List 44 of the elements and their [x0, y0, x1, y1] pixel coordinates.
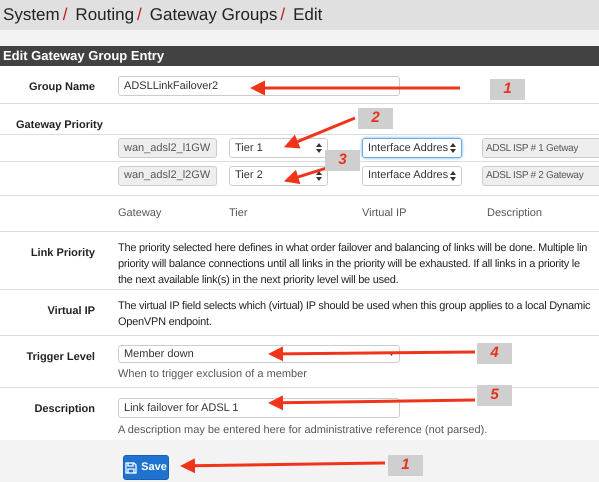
column-label: Tier [229, 206, 249, 222]
annotation-number: 1 [388, 455, 423, 476]
description-field: ADSL ISP # 1 Getway [482, 138, 599, 158]
column-label: Description [487, 206, 544, 222]
gateway-field: wan_adsl2_l2GW [118, 166, 217, 186]
description-field: ADSL ISP # 2 Gateway [482, 166, 599, 186]
updown-arrows-icon [316, 143, 322, 153]
updown-arrows-icon [316, 170, 322, 180]
breadcrumb-item[interactable]: Routing [75, 2, 134, 28]
save-button[interactable]: Save [123, 455, 169, 480]
field-label: Gateway Priority [16, 119, 103, 131]
description-input[interactable]: Link failover for ADSL 1 [118, 398, 400, 418]
help-paragraph: The priority selected here defines in what order failover and balancing of links will be done. Multiple lin priority will balance connections until all links in the priority will be exhausted. If all links in a priority le the next available link(s) in the next priority level will be used. [118, 241, 588, 288]
annotation-number: 1 [490, 79, 525, 100]
help-text: When to trigger exclusion of a member [118, 367, 308, 382]
field-label: Group Name [28, 81, 95, 93]
virtual-ip-select[interactable]: Interface Addres [362, 138, 462, 158]
virtual-ip-select[interactable]: Interface Addres [362, 166, 462, 186]
breadcrumb-separator: / [280, 4, 286, 26]
breadcrumb-separator: / [62, 4, 68, 26]
breadcrumb-item[interactable]: Gateway Groups [150, 2, 278, 28]
column-label: Gateway [118, 206, 162, 222]
breadcrumb-item[interactable]: System [3, 2, 60, 28]
tier-select[interactable]: Tier 1 [229, 138, 328, 158]
group-name-input[interactable]: ADSLLinkFailover2 [118, 76, 400, 96]
breadcrumb-item: Edit [293, 4, 322, 26]
trigger-level-select[interactable]: Member down [118, 345, 400, 363]
field-label: Virtual IP [48, 305, 95, 317]
caret-icon [389, 352, 394, 356]
updown-arrows-icon [450, 143, 456, 153]
annotation-number: 2 [358, 108, 393, 129]
gateway-field: wan_adsl2_l1GW [118, 138, 217, 158]
field-label: Trigger Level [26, 351, 95, 363]
annotation-number: 4 [477, 343, 512, 364]
help-text: A description may be entered here for administrative reference (not parsed). [118, 423, 488, 438]
field-label: Link Priority [30, 247, 95, 259]
updown-arrows-icon [450, 170, 456, 180]
column-label: Virtual IP [362, 206, 408, 222]
help-paragraph: The virtual IP field selects which (virtual) IP should be used when this group applies to a local Dynamic OpenVPN endpoint. [118, 299, 592, 330]
panel-header: Edit Gateway Group Entry [0, 46, 599, 66]
annotation-number: 5 [477, 385, 512, 406]
field-label: Description [34, 403, 95, 415]
breadcrumb-separator: / [137, 4, 142, 26]
annotation-number: 3 [325, 150, 360, 171]
